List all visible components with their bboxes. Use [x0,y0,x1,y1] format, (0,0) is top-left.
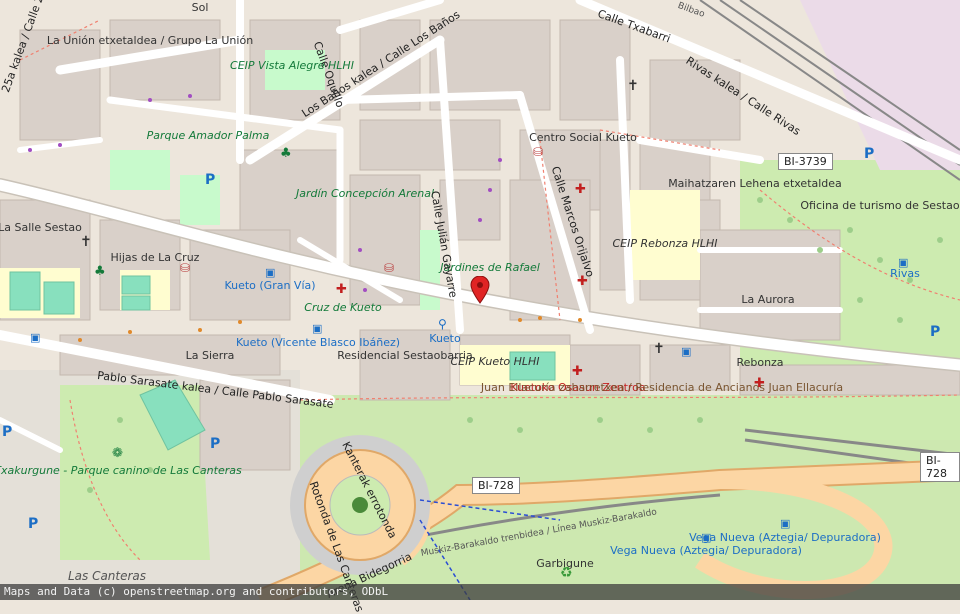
playground-icon: ♣ [280,146,292,161]
hospital-icon: ✚ [575,182,586,197]
label-rivas-stop: Rivas [890,267,920,280]
shop-icon: ⛁ [384,261,395,275]
bus-stop-icon: ▣ [701,531,712,544]
attribution-text[interactable]: Maps and Data (c) openstreetmap.org and … [4,585,388,598]
bus-stop-icon: ▣ [265,266,276,279]
label-rebonza: Rebonza [736,356,784,369]
label-la-salle: La Salle Sestao [0,221,82,234]
shield-bi728-a: BI-728 [472,477,520,494]
label-jardin-concepcion: Jardín Concepción Arenal [295,187,435,200]
label-maihatzaren: Maihatzaren Lehena etxetaldea [668,177,842,190]
label-txakurgune: Txakurgune - Parque canino de Las Canter… [0,464,242,477]
label-sol: Sol [191,1,209,14]
label-vega-nueva-1: Vega Nueva (Aztegia/ Depuradora) [610,544,802,557]
bus-stop-icon: ▣ [681,345,692,358]
park-amador [110,150,170,190]
shield-bi3739: BI-3739 [778,153,833,170]
parking-icon: P [205,172,216,188]
hospital-icon: ✚ [572,364,583,379]
label-ceip-kueto: CEIP Kueto HLHI [450,355,540,368]
label-la-union: La Unión etxetaldea / Grupo La Unión [46,34,254,47]
parking-icon: P [930,324,941,340]
shop-icon: ⛁ [533,145,544,159]
church-icon: ✝ [653,341,665,357]
label-juan-ellacuria: Juan Ellacuría zaharretxea / Residencia … [480,381,844,394]
label-kueto-gran-via: Kueto (Gran Vía) [224,279,316,292]
bus-stop-icon: ▣ [898,256,909,269]
hospital-icon: ✚ [336,282,347,297]
parking-icon: P [210,436,221,452]
shop-icon: ⛁ [180,261,191,275]
bus-stop-icon: ▣ [312,322,323,335]
label-centro-social: Centro Social Kueto [529,131,637,144]
church-icon: ✝ [80,234,92,250]
bus-stop-icon: ▣ [30,331,41,344]
map-pin-icon[interactable] [470,276,490,304]
church-icon: ✝ [627,78,639,94]
label-kueto-bike: Kueto [429,332,461,345]
school-rebonza [630,190,700,280]
label-cruz-kueto: Cruz de Kueto [304,301,382,314]
label-vega-nueva-2: Vega Nueva (Aztegia/ Depuradora) [689,531,881,544]
bus-stop-icon: ▣ [780,517,791,530]
label-kueto-vicente: Kueto (Vicente Blasco Ibáñez) [235,336,401,349]
parking-icon: P [28,516,39,532]
bicycle-rental-icon: ⚲ [438,317,447,331]
hospital-icon: ✚ [754,376,765,391]
attribution-bar: Maps and Data (c) openstreetmap.org and … [0,584,960,600]
label-la-sierra: La Sierra [185,349,235,362]
dog-park-icon: ❁ [112,446,123,461]
label-oficina-turismo: Oficina de turismo de Sestao [800,199,960,212]
parking-icon: P [2,424,13,440]
label-ceip-vista: CEIP Vista Alegre HLHI [230,59,354,72]
shield-bi728-b: BI-728 [920,452,960,482]
playground-icon: ♣ [94,264,106,279]
label-parque-amador: Parque Amador Palma [146,129,270,142]
label-ceip-rebonza: CEIP Rebonza HLHI [612,237,718,250]
hospital-icon: ✚ [577,274,588,289]
label-la-aurora: La Aurora [741,293,795,306]
label-las-canteras: Las Canteras [67,569,147,583]
recycling-icon: ♻ [560,565,573,581]
parking-icon: P [864,146,875,162]
